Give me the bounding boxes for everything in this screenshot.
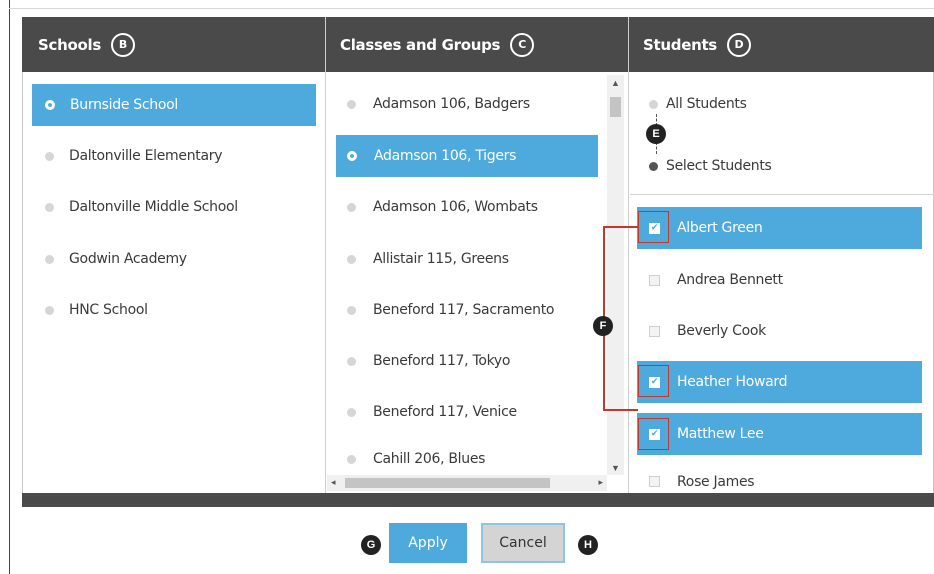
school-item[interactable]: Daltonville Elementary	[32, 135, 316, 177]
class-label: Adamson 106, Tigers	[374, 148, 517, 164]
callout-badge-b: B	[110, 32, 135, 57]
callout-badge-f: F	[593, 316, 613, 336]
student-item[interactable]: Andrea Bennett	[637, 259, 922, 301]
school-item[interactable]: Daltonville Middle School	[32, 186, 316, 228]
radio-icon	[347, 202, 356, 212]
scroll-up-icon[interactable]: ▲	[611, 78, 620, 88]
scroll-right-icon[interactable]: ▸	[598, 477, 603, 488]
school-label: HNC School	[69, 302, 148, 318]
callout-bracket-line	[603, 409, 638, 411]
class-label: Beneford 117, Venice	[373, 404, 517, 420]
school-label: Daltonville Elementary	[69, 148, 223, 164]
student-label: Heather Howard	[677, 374, 788, 390]
radio-selected-icon	[45, 100, 55, 110]
student-item[interactable]: ✔ Matthew Lee	[637, 413, 922, 455]
cancel-button[interactable]: Cancel	[481, 523, 565, 563]
radio-selected-icon	[347, 151, 357, 161]
students-header-title: Students	[643, 35, 717, 54]
radio-icon	[347, 407, 356, 417]
checkbox-icon[interactable]	[649, 274, 660, 286]
left-border-line	[9, 0, 10, 574]
class-label: Beneford 117, Tokyo	[373, 353, 511, 369]
students-separator	[630, 194, 934, 195]
callout-badge-e: E	[646, 124, 666, 144]
class-label: Allistair 115, Greens	[373, 251, 509, 267]
radio-icon	[347, 356, 356, 366]
school-label: Godwin Academy	[69, 251, 187, 267]
student-label: Beverly Cook	[677, 323, 766, 339]
schools-header: Schools B	[38, 17, 135, 72]
callout-badge-c: C	[510, 32, 535, 57]
school-item[interactable]: Burnside School	[32, 84, 316, 126]
callout-badge-g: G	[361, 535, 381, 555]
callout-highlight-box	[638, 418, 669, 450]
callout-highlight-box	[638, 211, 669, 243]
select-students-label: Select Students	[666, 158, 772, 174]
class-label: Beneford 117, Sacramento	[373, 302, 555, 318]
checkbox-icon[interactable]	[649, 476, 660, 487]
callout-bracket-line	[603, 226, 638, 228]
school-item[interactable]: HNC School	[32, 289, 316, 331]
select-students-option[interactable]: Select Students	[643, 146, 923, 186]
student-label: Andrea Bennett	[677, 272, 783, 288]
class-item[interactable]: Allistair 115, Greens	[336, 238, 598, 280]
class-item[interactable]: Beneford 117, Venice	[336, 391, 598, 433]
class-label: Cahill 206, Blues	[373, 451, 486, 467]
students-header: Students D	[643, 17, 751, 72]
radio-icon	[649, 99, 658, 109]
apply-button[interactable]: Apply	[389, 523, 467, 563]
radio-icon	[347, 254, 356, 264]
top-border-line	[9, 8, 934, 9]
class-label: Adamson 106, Wombats	[373, 199, 538, 215]
radio-icon	[45, 305, 54, 315]
radio-icon	[347, 305, 356, 315]
panel-footer-bar	[22, 493, 934, 507]
callout-badge-h: H	[578, 535, 598, 555]
class-item[interactable]: Beneford 117, Tokyo	[336, 340, 598, 382]
all-students-option[interactable]: All Students	[643, 84, 923, 124]
column-divider	[628, 17, 629, 493]
all-students-label: All Students	[666, 96, 747, 112]
radio-selected-icon	[649, 161, 658, 171]
scroll-down-icon[interactable]: ▼	[611, 463, 620, 473]
school-item[interactable]: Godwin Academy	[32, 238, 316, 280]
radio-icon	[347, 454, 356, 464]
radio-icon	[45, 202, 54, 212]
radio-icon	[45, 151, 54, 161]
student-label: Matthew Lee	[677, 426, 764, 442]
callout-badge-d: D	[726, 32, 751, 57]
class-item[interactable]: Adamson 106, Wombats	[336, 186, 598, 228]
classes-header: Classes and Groups C	[340, 17, 535, 72]
classes-horizontal-scrollbar[interactable]: ◂ ▸	[327, 475, 607, 491]
classes-vertical-scrollbar[interactable]: ▲ ▼	[607, 75, 624, 475]
column-divider	[325, 17, 326, 493]
school-label: Daltonville Middle School	[69, 199, 238, 215]
radio-icon	[45, 254, 54, 264]
checkbox-icon[interactable]	[649, 325, 660, 337]
class-item[interactable]: Adamson 106, Badgers	[336, 83, 598, 125]
student-label: Rose James	[677, 473, 755, 490]
scrollbar-thumb[interactable]	[610, 97, 621, 117]
schools-header-title: Schools	[38, 35, 101, 54]
class-label: Adamson 106, Badgers	[373, 96, 530, 112]
radio-icon	[347, 99, 356, 109]
student-item[interactable]: ✔ Heather Howard	[637, 361, 922, 403]
scrollbar-thumb[interactable]	[345, 478, 550, 488]
classes-header-title: Classes and Groups	[340, 35, 501, 54]
student-label: Albert Green	[677, 220, 763, 236]
callout-highlight-box	[638, 365, 669, 397]
student-item[interactable]: ✔ Albert Green	[637, 207, 922, 249]
school-label: Burnside School	[70, 97, 178, 113]
student-item[interactable]: Beverly Cook	[637, 310, 922, 352]
student-item[interactable]: Rose James	[637, 470, 922, 493]
class-item[interactable]: Adamson 106, Tigers	[336, 135, 598, 177]
scroll-left-icon[interactable]: ◂	[331, 477, 336, 488]
class-item[interactable]: Beneford 117, Sacramento	[336, 289, 598, 331]
class-item[interactable]: Cahill 206, Blues	[336, 444, 598, 474]
